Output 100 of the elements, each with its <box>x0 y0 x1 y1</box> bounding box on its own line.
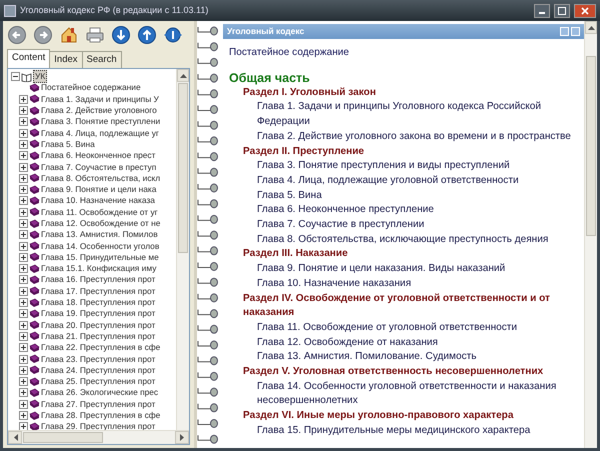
tree-item[interactable]: Глава 22. Преступления в сфе <box>41 342 160 354</box>
tree-item[interactable]: Глава 25. Преступления прот <box>41 376 156 388</box>
tree-item[interactable]: Глава 16. Преступления прот <box>41 274 156 286</box>
tree-item[interactable]: Постатейное содержание <box>41 82 141 94</box>
tree-item[interactable]: Глава 17. Преступления прот <box>41 286 156 297</box>
tree-item[interactable]: УК <box>33 70 48 84</box>
tree-item[interactable]: Глава 29. Преступления прот <box>41 421 156 432</box>
expand-icon[interactable] <box>19 275 28 284</box>
section-link[interactable]: Раздел IV. Освобождение от уголовной ответственности и от наказания <box>229 292 582 321</box>
tree-item[interactable]: Глава 9. Понятие и цели нака <box>41 184 156 196</box>
expand-icon[interactable] <box>19 242 28 251</box>
scrollbar[interactable] <box>584 21 597 448</box>
tree-item[interactable]: Глава 18. Преступления прот <box>41 297 156 308</box>
maximize-button[interactable] <box>554 4 570 18</box>
expand-icon[interactable] <box>19 174 28 183</box>
expand-icon[interactable] <box>19 140 28 149</box>
expand-icon[interactable] <box>19 117 28 126</box>
expand-icon[interactable] <box>19 185 28 194</box>
tree-item[interactable]: Глава 24. Преступления прот <box>41 364 156 376</box>
tree-item[interactable]: Глава 20. Преступления прот <box>41 320 156 331</box>
chapter-link[interactable]: Глава 6. Неоконченное преступление <box>229 203 582 218</box>
expand-icon[interactable] <box>19 377 28 386</box>
tree-item[interactable]: Глава 5. Вина <box>41 138 95 150</box>
scrollbar[interactable] <box>8 430 189 444</box>
chapter-link[interactable]: Глава 1. Задачи и принципы Уголовного кодекса Российской Федерации <box>229 100 582 130</box>
home-icon[interactable] <box>59 24 79 44</box>
section-link[interactable]: Раздел I. Уголовный закон <box>229 86 582 100</box>
back-icon[interactable] <box>7 24 27 44</box>
tree-item[interactable]: Глава 15. Принудительные ме <box>41 252 159 263</box>
tree-item[interactable]: Глава 7. Соучастие в преступ <box>41 162 156 173</box>
chapter-link[interactable]: Глава 11. Освобождение от уголовной ответственности <box>229 320 582 336</box>
chapter-link[interactable]: Глава 5. Вина <box>229 188 582 204</box>
section-link[interactable]: Раздел V. Уголовная ответственность несовершеннолетних <box>229 365 582 380</box>
close-button[interactable] <box>574 4 596 18</box>
section-link[interactable]: Раздел VI. Иные меры уголовно-правового характера <box>229 409 582 424</box>
chapter-link[interactable]: Глава 10. Назначение наказания <box>229 276 582 292</box>
expand-icon[interactable] <box>19 411 28 420</box>
minimize-button[interactable] <box>534 4 550 18</box>
tab[interactable]: Search <box>82 50 122 68</box>
expand-icon[interactable] <box>19 400 28 409</box>
scroll-up-icon[interactable] <box>180 73 186 78</box>
tree-item[interactable]: Глава 2. Действие уголовного <box>41 105 157 116</box>
printer-icon[interactable] <box>85 24 105 44</box>
expand-icon[interactable] <box>19 354 28 364</box>
scroll-left-icon[interactable] <box>12 434 18 441</box>
chapter-link[interactable]: Глава 15. Принудительные меры медицинского характера <box>229 424 582 439</box>
section-link[interactable]: Раздел II. Преступление <box>229 144 582 160</box>
tree-item[interactable]: Глава 26. Экологические прес <box>41 387 158 398</box>
chapter-link[interactable]: Глава 9. Понятие и цели наказания. Виды наказаний <box>229 262 582 277</box>
expand-icon[interactable] <box>19 320 28 330</box>
forward-icon[interactable] <box>33 24 53 44</box>
tab[interactable]: Content <box>7 48 50 68</box>
expand-icon[interactable] <box>19 106 28 116</box>
expand-icon[interactable] <box>19 230 28 240</box>
expand-icon[interactable] <box>19 219 28 228</box>
tree-item[interactable]: Глава 1. Задачи и принципы У <box>41 94 159 105</box>
expand-icon[interactable] <box>19 208 28 217</box>
expand-icon[interactable] <box>19 343 28 352</box>
tree-item[interactable]: Глава 3. Понятие преступлени <box>41 116 160 128</box>
tree-item[interactable]: Глава 27. Преступления прот <box>41 398 156 410</box>
scrollbar[interactable] <box>176 69 189 430</box>
tree-item[interactable]: Глава 10. Назначение наказа <box>41 195 155 206</box>
tree-item[interactable]: Глава 8. Обстоятельства, искл <box>41 172 160 184</box>
chapter-link[interactable]: Глава 4. Лица, подлежащие уголовной ответственности <box>229 174 582 189</box>
tree-item[interactable]: Глава 6. Неоконченное прест <box>41 150 156 162</box>
tree-item[interactable]: Глава 14. Особенности уголов <box>41 240 160 252</box>
chapter-link[interactable]: Глава 2. Действие уголовного закона во времени и в пространстве <box>229 130 582 145</box>
tree-item[interactable]: Глава 19. Преступления прот <box>41 308 156 320</box>
chapter-link[interactable]: Глава 8. Обстоятельства, исключающие преступность деяния <box>229 232 582 248</box>
expand-icon[interactable] <box>19 94 28 104</box>
expand-icon[interactable] <box>19 309 28 318</box>
expand-icon[interactable] <box>19 128 28 138</box>
chapter-link[interactable]: Глава 3. Понятие преступления и виды преступлений <box>229 159 582 174</box>
chapter-link[interactable]: Глава 12. Освобождение от наказания <box>229 336 582 350</box>
tree-item[interactable]: Глава 28. Преступления в сфе <box>41 410 160 422</box>
chapter-link[interactable]: Глава 7. Соучастие в преступлении <box>229 218 582 233</box>
section-link[interactable]: Раздел III. Наказание <box>229 247 582 262</box>
expand-icon[interactable] <box>19 196 28 206</box>
expand-icon[interactable] <box>19 298 28 308</box>
scroll-up-icon[interactable] <box>588 25 594 30</box>
expand-icon[interactable] <box>19 252 28 262</box>
tree-item[interactable]: Глава 12. Освобождение от не <box>41 218 160 229</box>
expand-icon[interactable] <box>19 264 28 274</box>
expand-icon[interactable] <box>19 422 28 432</box>
collapse-icon[interactable] <box>11 72 20 82</box>
tree-item[interactable]: Глава 13. Амнистия. Помилов <box>41 229 158 240</box>
expand-icon[interactable] <box>19 388 28 398</box>
scroll-right-icon[interactable] <box>180 434 184 441</box>
options-icon[interactable] <box>163 24 183 44</box>
link-text[interactable]: Постатейное содержание <box>229 46 582 61</box>
tree-item[interactable]: Глава 21. Преступления прот <box>41 330 156 342</box>
tree-item[interactable]: Глава 4. Лица, подлежащие уг <box>41 128 159 139</box>
expand-icon[interactable] <box>19 332 28 341</box>
tree-item[interactable]: Глава 23. Преступления прот <box>41 354 156 365</box>
chapter-link[interactable]: Глава 13. Амнистия. Помилование. Судимость <box>229 350 582 366</box>
expand-icon[interactable] <box>19 286 28 296</box>
tree-item[interactable]: Глава 15.1. Конфискация иму <box>41 263 156 274</box>
expand-icon[interactable] <box>19 162 28 172</box>
tree-item[interactable]: Глава 11. Освобождение от уг <box>41 206 158 218</box>
expand-icon[interactable] <box>19 366 28 375</box>
